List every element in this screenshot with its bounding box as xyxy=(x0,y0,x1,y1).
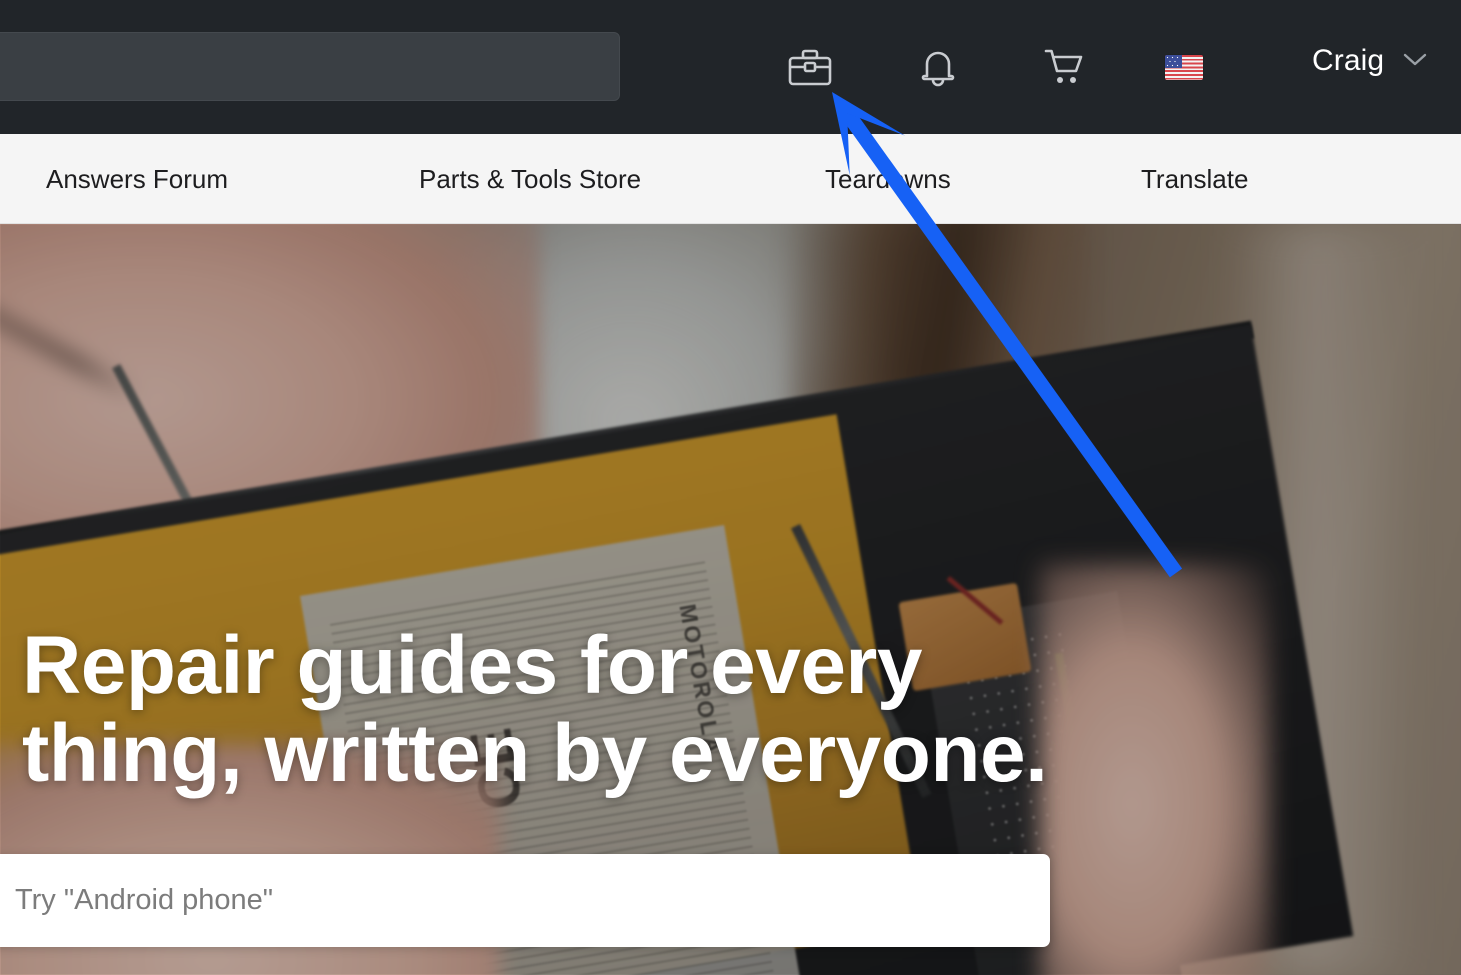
header-search-input[interactable] xyxy=(0,33,619,100)
chevron-down-icon xyxy=(1402,51,1428,72)
language-flag-icon[interactable] xyxy=(1163,50,1205,84)
page-root: Craig Answers Forum Parts & Tools Store … xyxy=(0,0,1461,975)
hero-search-input[interactable] xyxy=(0,854,1050,947)
header-search-box[interactable] xyxy=(0,32,620,101)
flag-canton xyxy=(1165,54,1182,68)
main-navigation-bar: Answers Forum Parts & Tools Store Teardo… xyxy=(0,134,1461,224)
nav-item-answers-forum[interactable]: Answers Forum xyxy=(46,134,228,224)
nav-item-parts-tools-store[interactable]: Parts & Tools Store xyxy=(419,134,641,224)
toolbox-icon[interactable] xyxy=(781,40,839,96)
bell-icon[interactable] xyxy=(909,40,967,96)
hero-search-box[interactable] xyxy=(0,854,1050,947)
nav-item-teardowns[interactable]: Teardowns xyxy=(825,134,951,224)
hero-section: MOTOROLA CE Repair guides for every thin… xyxy=(0,224,1461,975)
user-name-label: Craig xyxy=(1312,44,1385,77)
hero-heading: Repair guides for every thing, written b… xyxy=(22,620,1048,799)
cart-icon[interactable] xyxy=(1037,40,1095,96)
top-header-bar: Craig xyxy=(0,0,1461,134)
us-flag-shape xyxy=(1165,54,1203,80)
nav-item-translate[interactable]: Translate xyxy=(1141,134,1248,224)
user-menu[interactable]: Craig xyxy=(1312,44,1428,78)
